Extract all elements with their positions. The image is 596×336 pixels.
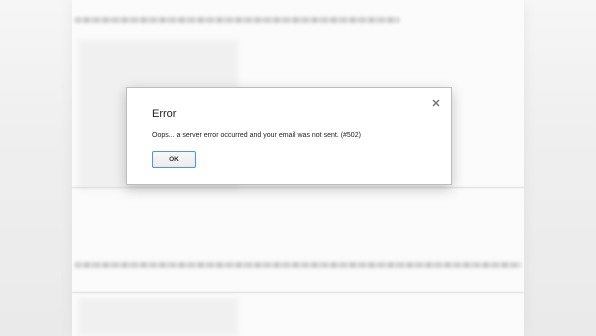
blurred-url-line xyxy=(74,17,400,23)
blurred-text-line xyxy=(74,262,522,268)
dialog-title: Error xyxy=(152,108,177,120)
ok-button[interactable]: OK xyxy=(152,151,196,168)
blurred-block xyxy=(78,298,238,336)
error-message: Oops... a server error occurred and your… xyxy=(152,132,361,139)
blurred-rule xyxy=(72,187,524,188)
error-dialog: Error Oops... a server error occurred an… xyxy=(126,87,452,185)
blurred-rule xyxy=(72,292,524,293)
close-icon[interactable] xyxy=(430,96,442,108)
